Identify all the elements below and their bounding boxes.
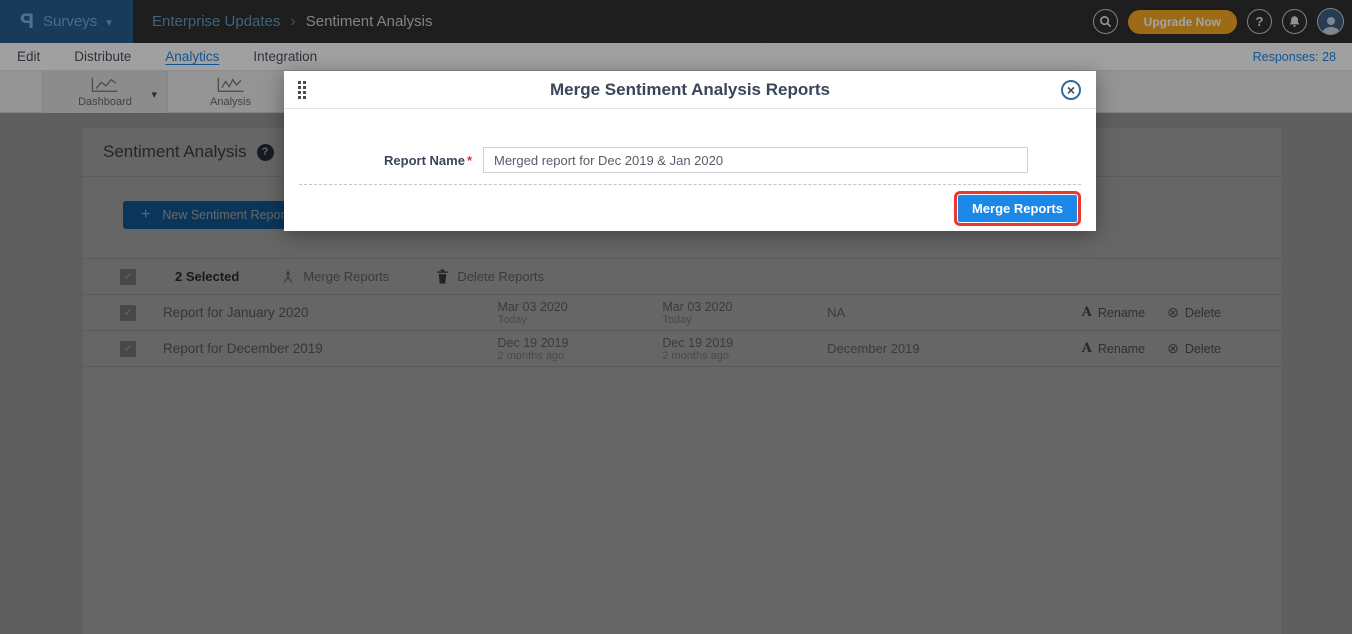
required-asterisk: * [467, 153, 472, 168]
app-screen: P Surveys ▾ Enterprise Updates › Sentime… [0, 0, 1352, 634]
modal-footer: Merge Reports [284, 185, 1096, 222]
modal-header: Merge Sentiment Analysis Reports × [284, 71, 1096, 109]
report-name-input[interactable] [483, 147, 1028, 173]
report-name-label: Report Name* [284, 153, 472, 168]
merge-reports-submit-button[interactable]: Merge Reports [958, 195, 1077, 222]
merge-reports-modal: Merge Sentiment Analysis Reports × Repor… [284, 71, 1096, 231]
close-icon[interactable]: × [1061, 80, 1081, 100]
drag-handle-icon[interactable] [298, 81, 306, 99]
modal-title: Merge Sentiment Analysis Reports [550, 80, 830, 100]
modal-body: Report Name* [284, 147, 1096, 173]
